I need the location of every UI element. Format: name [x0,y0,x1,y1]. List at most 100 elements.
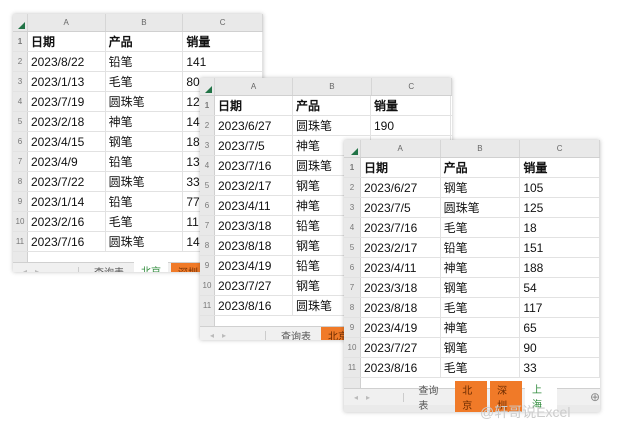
row-number[interactable]: 3 [200,136,215,155]
row-number[interactable]: 1 [200,96,215,115]
cell[interactable]: 2023/3/18 [361,278,441,297]
select-all-corner[interactable] [13,14,28,31]
row-number[interactable]: 1 [13,32,28,51]
cell[interactable]: 2023/7/19 [28,92,106,111]
cell[interactable]: 141 [183,52,263,71]
cell[interactable]: 销量 [371,96,451,115]
cell[interactable]: 125 [520,198,600,217]
cell[interactable]: 钢笔 [441,278,521,297]
cell[interactable]: 圆珠笔 [441,198,521,217]
cell[interactable]: 2023/7/16 [215,156,293,175]
sheet-tab[interactable]: 查询表 [411,381,452,412]
row-number[interactable]: 7 [344,278,361,297]
cell[interactable]: 神笔 [441,258,521,277]
row-number[interactable]: 11 [13,232,28,251]
row-number[interactable]: 10 [200,276,215,295]
row-number[interactable]: 10 [13,212,28,231]
row-number[interactable]: 7 [200,216,215,235]
cell[interactable]: 圆珠笔 [106,232,184,251]
cell[interactable]: 产品 [293,96,371,115]
cell[interactable]: 2023/4/11 [361,258,441,277]
cell[interactable]: 117 [520,298,600,317]
row-number[interactable]: 2 [200,116,215,135]
column-header[interactable]: A [215,78,294,95]
row-number[interactable]: 2 [13,52,28,71]
cell[interactable]: 日期 [28,32,106,51]
cell[interactable]: 2023/2/16 [28,212,106,231]
row-number[interactable]: 7 [13,152,28,171]
row-number[interactable]: 5 [13,112,28,131]
cell[interactable]: 2023/7/5 [361,198,441,217]
row-number[interactable]: 11 [344,358,361,377]
column-header[interactable]: C [183,14,263,31]
cell[interactable]: 圆珠笔 [106,92,184,111]
column-header[interactable]: C [372,78,452,95]
row-number[interactable]: 6 [200,196,215,215]
cell[interactable]: 2023/8/18 [361,298,441,317]
sheet-nav-arrows[interactable]: ◂▸ [344,392,405,402]
cell[interactable]: 圆珠笔 [106,172,184,191]
cell[interactable]: 2023/4/19 [361,318,441,337]
column-header[interactable]: B [293,78,372,95]
cell[interactable]: 销量 [520,158,600,177]
row-number[interactable]: 8 [200,236,215,255]
cell[interactable]: 2023/7/16 [361,218,441,237]
cell[interactable]: 2023/4/15 [28,132,106,151]
row-number[interactable]: 6 [13,132,28,151]
cell[interactable]: 2023/2/17 [361,238,441,257]
row-number[interactable]: 9 [200,256,215,275]
row-number[interactable]: 9 [344,318,361,337]
cell[interactable]: 毛笔 [441,358,521,377]
cell[interactable]: 151 [520,238,600,257]
row-number[interactable]: 3 [13,72,28,91]
column-header[interactable]: B [106,14,184,31]
row-number[interactable]: 10 [344,338,361,357]
cell[interactable]: 产品 [106,32,184,51]
cell[interactable]: 90 [520,338,600,357]
cell[interactable]: 18 [520,218,600,237]
cell[interactable]: 毛笔 [106,212,184,231]
column-header[interactable]: C [520,140,600,157]
row-number[interactable]: 8 [13,172,28,191]
cell[interactable]: 2023/4/11 [215,196,293,215]
cell[interactable]: 铅笔 [441,238,521,257]
cell[interactable]: 毛笔 [441,298,521,317]
row-number[interactable]: 5 [200,176,215,195]
cell[interactable]: 2023/8/16 [361,358,441,377]
sheet-nav-arrows[interactable]: ◂▸ [200,330,266,340]
column-header[interactable]: A [361,140,441,157]
row-number[interactable]: 1 [344,158,361,177]
row-number[interactable]: 5 [344,238,361,257]
cell[interactable]: 2023/7/5 [215,136,293,155]
cell[interactable]: 圆珠笔 [293,116,371,135]
cell[interactable]: 神笔 [441,318,521,337]
cell[interactable]: 54 [520,278,600,297]
cell[interactable]: 65 [520,318,600,337]
cell[interactable]: 2023/7/22 [28,172,106,191]
row-number[interactable]: 4 [344,218,361,237]
cell[interactable]: 190 [371,116,451,135]
cell[interactable]: 日期 [361,158,441,177]
cell[interactable]: 铅笔 [106,152,184,171]
row-number[interactable]: 3 [344,198,361,217]
row-number[interactable]: 4 [13,92,28,111]
cell[interactable]: 2023/6/27 [215,116,293,135]
cell[interactable]: 2023/7/27 [361,338,441,357]
cell[interactable]: 2023/2/17 [215,176,293,195]
sheet-tab[interactable]: 北京 [134,261,168,272]
row-number[interactable]: 6 [344,258,361,277]
sheet-tab[interactable]: 查询表 [87,263,131,273]
cell[interactable]: 日期 [215,96,293,115]
cell[interactable]: 33 [520,358,600,377]
cell[interactable]: 188 [520,258,600,277]
row-number[interactable]: 8 [344,298,361,317]
column-header[interactable]: A [28,14,106,31]
sheet-tab[interactable]: 查询表 [274,327,318,341]
cell[interactable]: 2023/8/18 [215,236,293,255]
cell[interactable]: 105 [520,178,600,197]
cell[interactable]: 2023/7/27 [215,276,293,295]
cell[interactable]: 产品 [441,158,521,177]
cell[interactable]: 2023/4/19 [215,256,293,275]
cell[interactable]: 2023/4/9 [28,152,106,171]
cell[interactable]: 2023/8/16 [215,296,293,315]
